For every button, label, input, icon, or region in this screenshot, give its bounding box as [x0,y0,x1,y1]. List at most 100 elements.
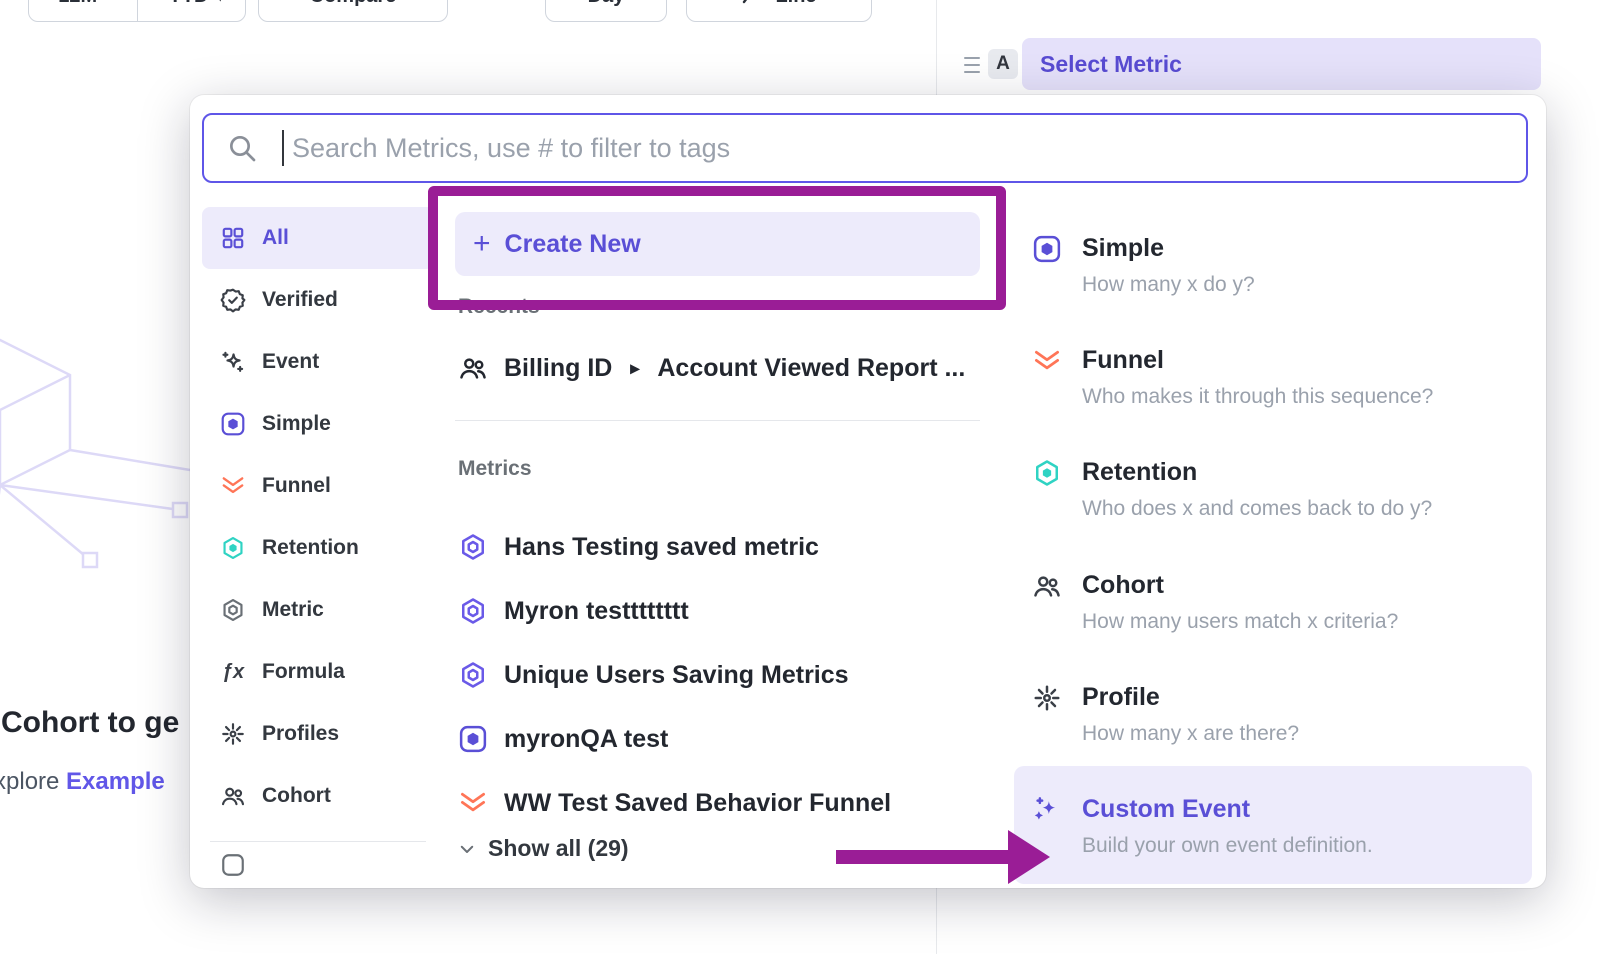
retention-icon [1032,458,1062,488]
sidebar-item-label: Funnel [262,474,331,498]
sidebar-item-label: Simple [262,412,331,436]
retention-icon [220,535,246,561]
metric-type-desc: Who makes it through this sequence? [1082,377,1433,417]
metric-type-profile[interactable]: Profile How many x are there? [1014,680,1532,754]
metric-type-desc: How many x do y? [1082,265,1255,305]
example-reports-link[interactable]: Example [66,768,165,795]
funnel-icon [220,473,246,499]
metric-hexagon-icon [458,660,488,690]
select-metric-label: Select Metric [1040,51,1182,78]
line-chart-icon [741,0,765,8]
cohort-people-icon [1032,571,1062,601]
verified-badge-icon [220,287,246,313]
sidebar-divider [210,841,426,842]
compare-label: Compare [310,0,397,8]
saved-metric-label: Hans Testing saved metric [504,533,819,562]
sidebar-item-retention[interactable]: Retention [202,517,434,579]
day-granularity-button[interactable]: Day [545,0,667,22]
breadcrumb-arrow-icon: ▸ [630,358,639,379]
sidebar-item-all[interactable]: All [202,207,434,269]
metric-search-box[interactable] [202,113,1528,183]
annotation-rectangle [428,186,1006,310]
saved-metric-label: Myron testttttttt [504,597,689,626]
drag-handle-icon[interactable] [964,57,980,73]
metric-type-simple[interactable]: Simple How many x do y? [1014,231,1532,305]
sidebar-item-formula[interactable]: ƒx Formula [202,641,434,703]
sidebar-item-verified[interactable]: Verified [202,269,434,331]
metric-type-retention[interactable]: Retention Who does x and comes back to d… [1014,455,1532,529]
metrics-heading: Metrics [458,457,532,481]
sidebar-item-label: Cohort [262,784,331,808]
select-metric-pill[interactable]: Select Metric [1022,38,1541,90]
empty-state-headline: Cohort to ge [1,706,179,740]
sidebar-item-funnel[interactable]: Funnel [202,455,434,517]
sidebar-item-label: Verified [262,288,338,312]
funnel-icon [458,788,488,818]
show-all-label: Show all (29) [488,835,629,862]
segment-divider [137,0,138,21]
chevron-down-icon: ▾ [216,0,224,5]
cohort-people-icon [220,783,246,809]
recent-item-billing-id[interactable]: Billing ID ▸ Account Viewed Report ... [458,353,965,383]
range-12m-button[interactable]: 12M [29,0,127,21]
metric-type-desc: Build your own event definition. [1082,826,1373,866]
metric-type-funnel[interactable]: Funnel Who makes it through this sequenc… [1014,343,1532,417]
metric-type-custom-event[interactable]: Custom Event Build your own event defini… [1014,792,1532,866]
sidebar-partial-item[interactable] [202,852,434,878]
range-ytd-button[interactable]: YTD ▾ [148,0,246,21]
custom-event-sparkle-icon [1032,795,1062,825]
metric-hexagon-icon [220,597,246,623]
simple-metric-icon [220,411,246,437]
show-all-toggle[interactable]: Show all (29) [458,835,629,862]
metric-hexagon-icon [458,532,488,562]
sidebar-item-label: Retention [262,536,359,560]
search-input[interactable] [290,132,1504,165]
sidebar-item-label: All [262,226,289,250]
list-item-saved-metric[interactable]: Unique Users Saving Metrics [458,643,978,707]
recent-item-property: Account Viewed Report ... [657,354,965,383]
explore-line: Explore Example [0,768,165,796]
metric-type-title: Funnel [1082,343,1433,377]
grid-icon [220,225,246,251]
sidebar-item-label: Profiles [262,722,339,746]
app-canvas: 12M YTD ▾ Compare Day Line Cohort to ge … [0,0,1616,954]
list-item-saved-metric[interactable]: myronQA test [458,707,978,771]
range-ytd-label: YTD [168,0,208,8]
metric-type-desc: How many users match x criteria? [1082,602,1398,642]
metric-type-title: Cohort [1082,568,1398,602]
search-icon [226,132,258,164]
explore-prefix: Explore [0,768,59,795]
profiles-flower-icon [1032,683,1062,713]
compare-button[interactable]: Compare [258,0,448,22]
filter-sidebar: All Verified Event Simple [202,207,434,878]
saved-metric-label: WW Test Saved Behavior Funnel [504,789,891,818]
text-cursor [282,130,284,166]
sidebar-item-metric[interactable]: Metric [202,579,434,641]
annotation-arrow [836,824,1050,890]
metric-type-title: Retention [1082,455,1432,489]
simple-metric-icon [1032,234,1062,264]
sidebar-item-profiles[interactable]: Profiles [202,703,434,765]
saved-metric-label: Unique Users Saving Metrics [504,661,849,690]
sidebar-item-label: Metric [262,598,324,622]
sidebar-item-cohort[interactable]: Cohort [202,765,434,827]
line-chart-type-button[interactable]: Line [686,0,872,22]
line-label: Line [775,0,816,8]
metric-type-cohort[interactable]: Cohort How many users match x criteria? [1014,568,1532,642]
saved-metric-label: myronQA test [504,725,668,754]
sidebar-item-event[interactable]: Event [202,331,434,393]
sidebar-item-simple[interactable]: Simple [202,393,434,455]
metric-type-title: Profile [1082,680,1299,714]
sidebar-item-label: Event [262,350,319,374]
list-item-saved-metric[interactable]: Hans Testing saved metric [458,515,978,579]
list-item-saved-metric[interactable]: Myron testttttttt [458,579,978,643]
metric-type-desc: How many x are there? [1082,714,1299,754]
metric-hexagon-icon [458,596,488,626]
metric-type-title: Custom Event [1082,792,1373,826]
query-row-letter-badge: A [988,49,1018,79]
section-divider [455,420,980,421]
chevron-down-icon [458,840,476,858]
formula-icon: ƒx [220,661,246,684]
date-range-control: 12M YTD ▾ [28,0,246,22]
partial-item-icon [220,852,434,878]
